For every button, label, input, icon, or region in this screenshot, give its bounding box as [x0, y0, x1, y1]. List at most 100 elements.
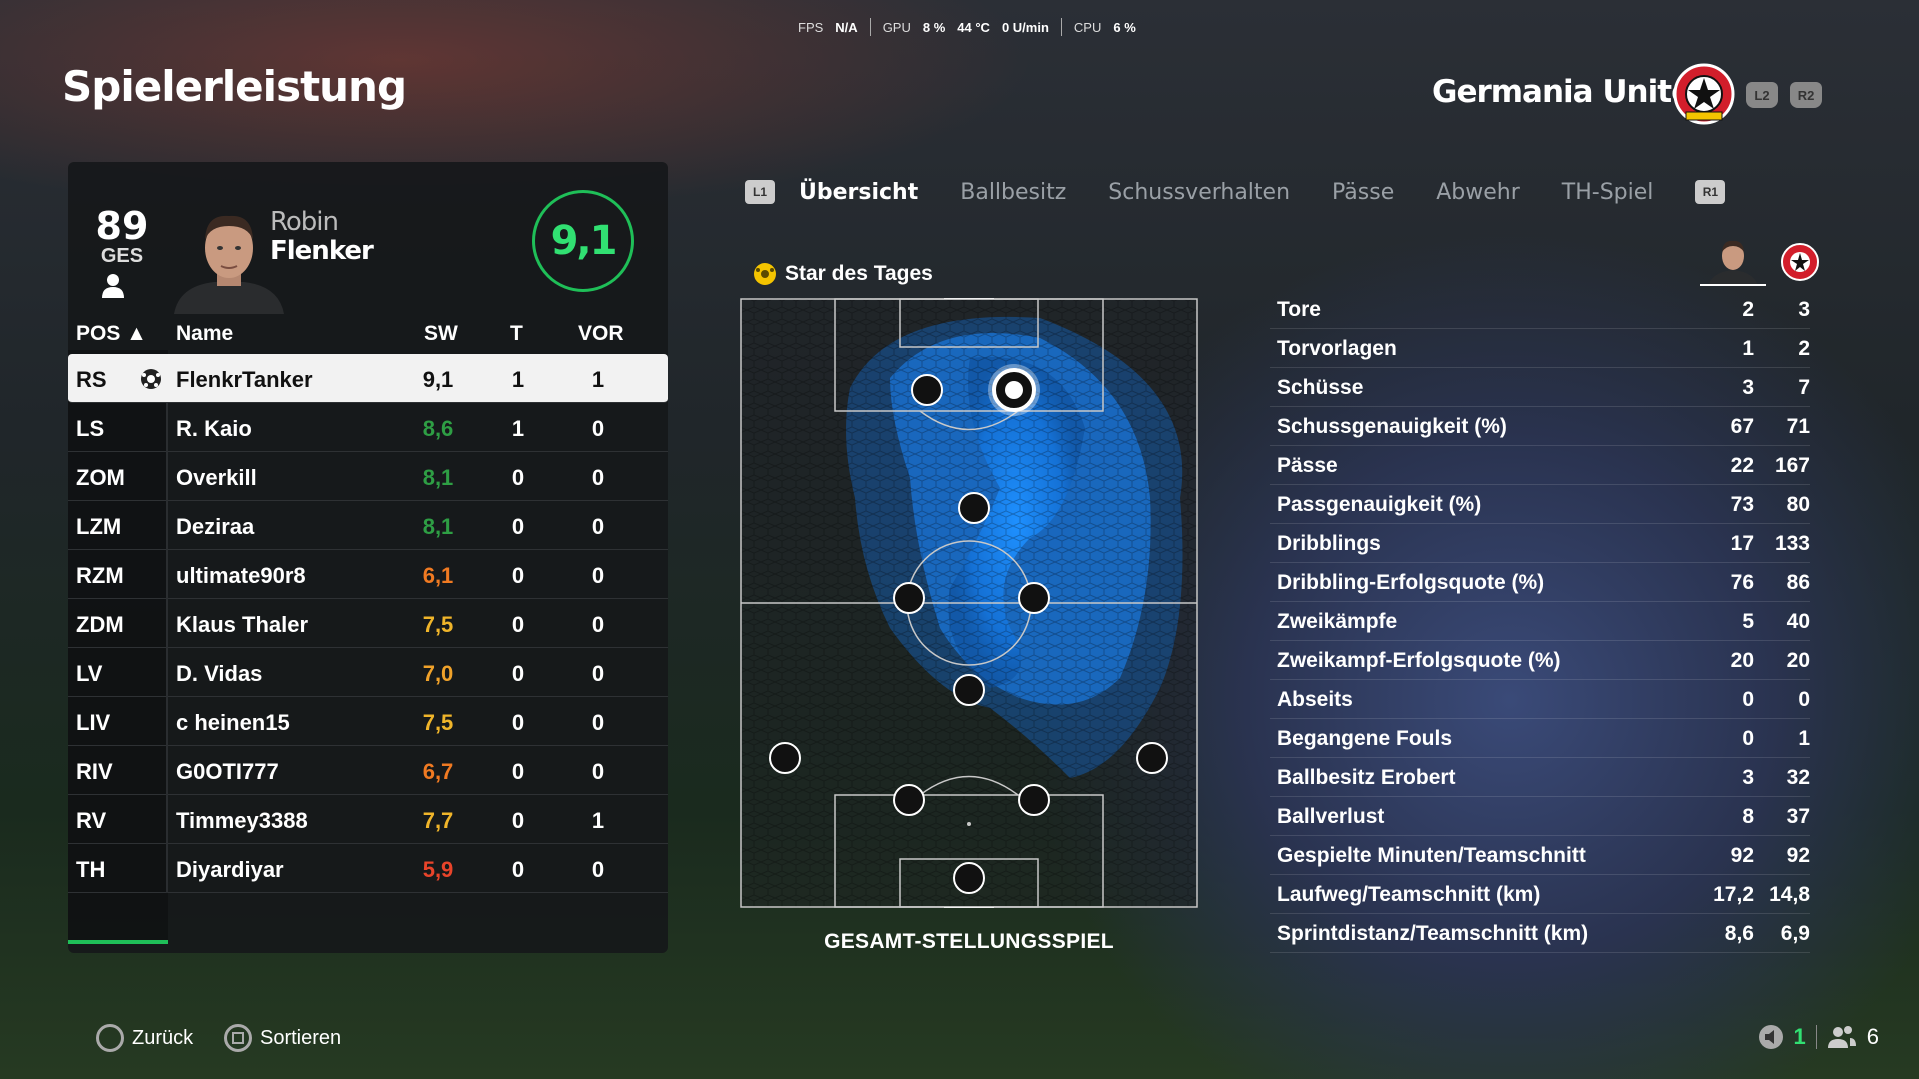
stat-label: Ballbesitz Erobert [1277, 766, 1456, 789]
row-goals: 0 [511, 857, 525, 882]
row-assists: 0 [591, 661, 605, 686]
divider [1060, 18, 1062, 36]
tab-paesse[interactable]: Pässe [1332, 180, 1394, 205]
table-row[interactable]: ZOM Overkill 8,1 0 0 [68, 452, 668, 501]
row-rating: 8,1 [422, 465, 454, 490]
tab-th-spiel[interactable]: TH-Spiel [1562, 180, 1654, 205]
back-label: Zurück [132, 1026, 194, 1049]
table-row[interactable]: RIV G0OTI777 6,7 0 0 [68, 746, 668, 795]
stat-team-value: 71 [1786, 415, 1810, 438]
table-header: POS ▲ Name SW T VOR [68, 314, 668, 350]
player-list-panel: 89 GES Robin Flenker 9,1 POS ▲ Name SW T… [68, 162, 668, 953]
friends-icon [1827, 1026, 1856, 1048]
row-assists: 0 [591, 563, 605, 588]
stat-player-value: 17,2 [1713, 883, 1754, 906]
row-rating: 6,1 [422, 563, 454, 588]
row-pos: TH [76, 857, 106, 882]
stat-team-value: 7 [1798, 376, 1810, 399]
tab-schussverhalten[interactable]: Schussverhalten [1108, 180, 1290, 205]
header-name[interactable]: Name [176, 322, 233, 346]
table-row[interactable]: LZM Deziraa 8,1 0 0 [68, 501, 668, 550]
row-pos: RZM [76, 563, 124, 588]
tab-abwehr[interactable]: Abwehr [1436, 180, 1520, 205]
stat-player-value: 76 [1730, 571, 1754, 594]
player-marker [893, 582, 925, 614]
stat-player-value: 8,6 [1724, 922, 1754, 945]
r2-button[interactable]: R2 [1790, 82, 1822, 108]
header-t[interactable]: T [510, 322, 523, 346]
gpu-rpm: 0 U/min [1001, 19, 1049, 35]
sort-label: Sortieren [260, 1026, 342, 1049]
stat-team-value: 32 [1786, 766, 1810, 789]
row-pos: RIV [76, 759, 113, 784]
square-button-icon [224, 1024, 252, 1052]
row-goals: 1 [511, 367, 525, 392]
row-assists: 0 [591, 416, 605, 441]
stat-player-value: 0 [1742, 727, 1754, 750]
row-name: R. Kaio [176, 416, 252, 441]
stat-player-value: 92 [1730, 844, 1754, 867]
stats-table: Tore 2 3 Torvorlagen 1 2 Schüsse 3 7 Schussgenaui… [1270, 290, 1810, 953]
row-goals: 1 [511, 416, 525, 441]
overall-label: GES [100, 245, 144, 267]
stat-label: Sprintdistanz/Teamschnitt (km) [1277, 922, 1589, 945]
player-table: RS FlenkrTanker 9,1 1 1 LS R. Kaio 8,6 1 0 ZO… [68, 354, 668, 893]
row-name: Timmey3388 [176, 808, 308, 833]
stat-team-value: 92 [1786, 844, 1810, 867]
team-crest-small-icon [1781, 243, 1819, 281]
back-action[interactable]: Zurück [96, 1024, 193, 1052]
r1-button[interactable]: R1 [1695, 180, 1726, 204]
table-row[interactable]: RV Timmey3388 7,7 0 1 [68, 795, 668, 844]
player-marker [1018, 784, 1050, 816]
row-goals: 0 [511, 465, 525, 490]
player-marker [953, 674, 985, 706]
row-goals: 0 [511, 710, 525, 735]
stat-row: Zweikämpfe 5 40 [1270, 602, 1810, 641]
l1-button[interactable]: L1 [745, 180, 775, 204]
stat-row: Schussgenauigkeit (%) 67 71 [1270, 407, 1810, 446]
tab-ballbesitz[interactable]: Ballbesitz [960, 180, 1066, 205]
scroll-indicator [68, 940, 168, 944]
overall-rating: 89 GES [92, 206, 152, 266]
stat-row: Passgenauigkeit (%) 73 80 [1270, 485, 1810, 524]
table-row[interactable]: LV D. Vidas 7,0 0 0 [68, 648, 668, 697]
stat-player-value: 0 [1742, 688, 1754, 711]
stat-label: Dribblings [1277, 532, 1381, 555]
stat-row: Laufweg/Teamschnitt (km) 17,2 14,8 [1270, 875, 1810, 914]
table-row[interactable]: RZM ultimate90r8 6,1 0 0 [68, 550, 668, 599]
player-marker [769, 742, 801, 774]
stat-row: Dribbling-Erfolgsquote (%) 76 86 [1270, 563, 1810, 602]
header-sw[interactable]: SW [424, 322, 458, 346]
stat-row: Abseits 0 0 [1270, 680, 1810, 719]
ball-icon [141, 369, 161, 389]
row-name: FlenkrTanker [176, 367, 313, 392]
overall-value: 89 [95, 204, 149, 248]
sort-action[interactable]: Sortieren [224, 1024, 341, 1052]
table-row[interactable]: ZDM Klaus Thaler 7,5 0 0 [68, 599, 668, 648]
status-indicators: 1 6 [1758, 1024, 1879, 1050]
table-row[interactable]: LS R. Kaio 8,6 1 0 [68, 403, 668, 452]
header-pos[interactable]: POS ▲ [76, 322, 147, 346]
stat-team-value: 37 [1786, 805, 1810, 828]
row-name: G0OTI777 [176, 759, 279, 784]
row-assists: 1 [591, 808, 605, 833]
table-row[interactable]: RS FlenkrTanker 9,1 1 1 [68, 354, 668, 403]
stat-team-value: 1 [1798, 727, 1810, 750]
speaker-icon [1758, 1025, 1783, 1049]
gpu-temp: 44 °C [957, 19, 990, 35]
performance-overlay: FPS N/A GPU 8 % 44 °C 0 U/min CPU 6 % [798, 18, 1136, 36]
table-row[interactable]: LIV c heinen15 7,5 0 0 [68, 697, 668, 746]
row-name: c heinen15 [176, 710, 290, 735]
speaker-count: 1 [1793, 1024, 1806, 1049]
row-name: Overkill [176, 465, 257, 490]
stat-label: Ballverlust [1277, 805, 1385, 828]
row-name: Diyardiyar [176, 857, 284, 882]
l2-button[interactable]: L2 [1746, 82, 1778, 108]
row-rating: 7,5 [422, 710, 454, 735]
row-pos: ZDM [76, 612, 124, 637]
row-pos: RS [76, 367, 107, 392]
header-vor[interactable]: VOR [578, 322, 624, 346]
row-assists: 0 [591, 759, 605, 784]
table-row[interactable]: TH Diyardiyar 5,9 0 0 [68, 844, 668, 893]
tab-uebersicht[interactable]: Übersicht [799, 180, 918, 205]
